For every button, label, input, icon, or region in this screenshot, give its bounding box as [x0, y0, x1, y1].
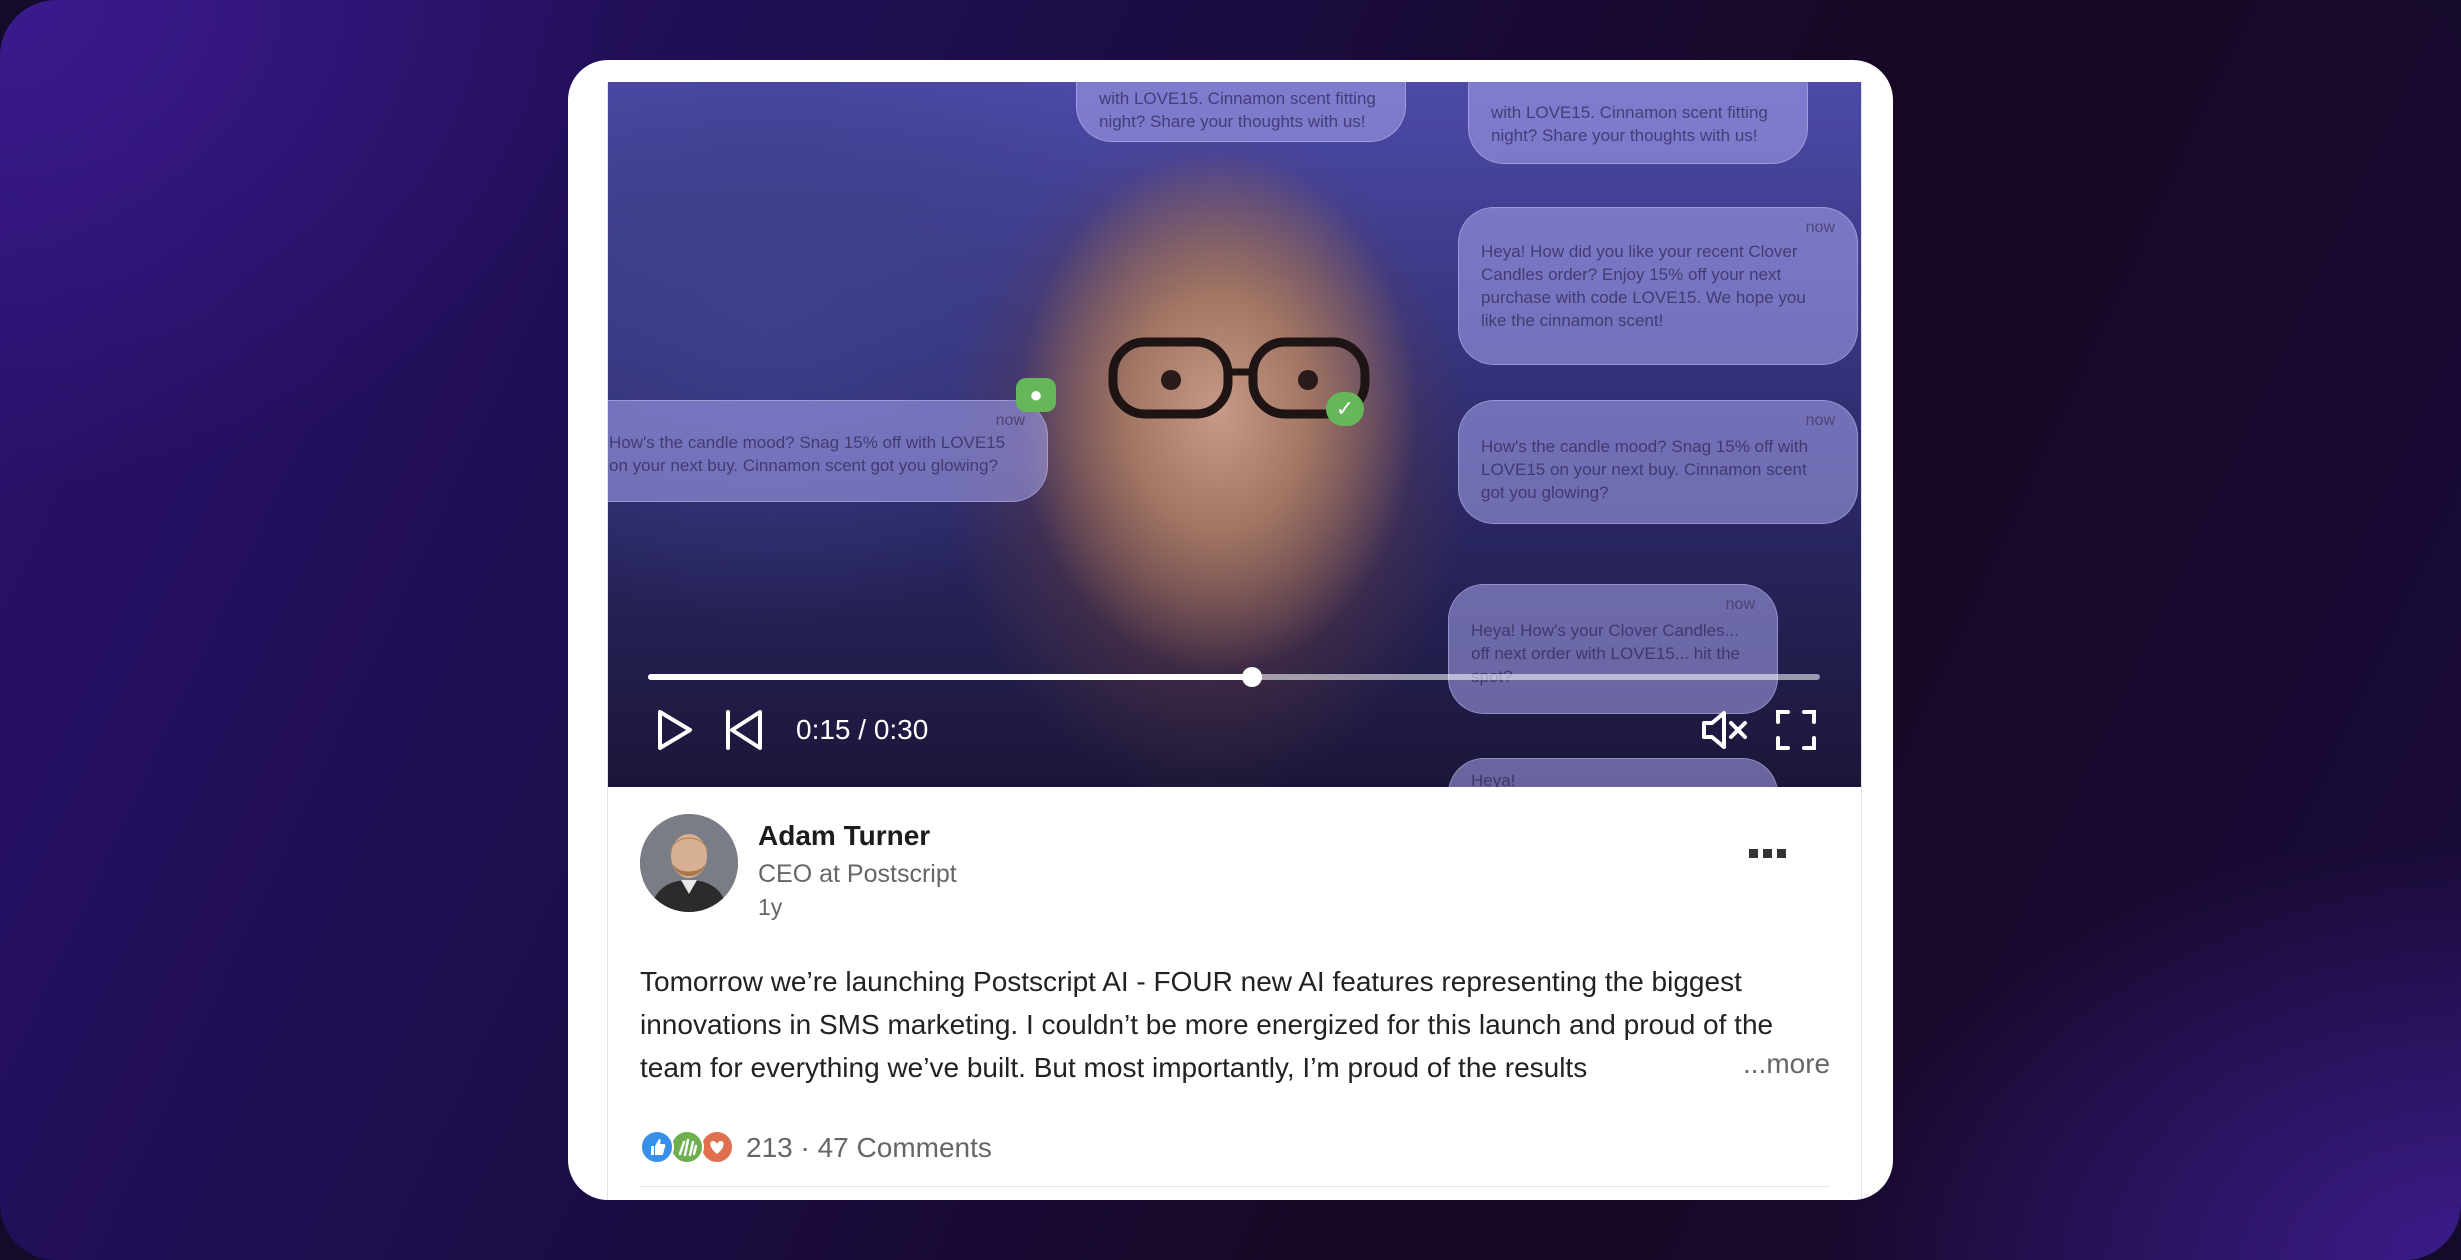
avatar-portrait: [640, 814, 738, 912]
author-name[interactable]: Adam Turner: [758, 820, 930, 852]
divider: [640, 1186, 1830, 1187]
play-button[interactable]: [652, 708, 696, 752]
like-icon: [640, 1130, 674, 1164]
volume-muted-icon: [1702, 711, 1747, 749]
message-time: now: [1805, 412, 1835, 429]
background: with LOVE15. Cinnamon scent fitting nigh…: [0, 0, 2461, 1260]
message-bubble: now Heya! How's your Clover Candles... o…: [1448, 584, 1778, 714]
message-text: Heya! How did you like your recent Clove…: [1481, 242, 1806, 330]
ellipsis-dot: [1777, 849, 1786, 858]
skip-back-icon: [726, 710, 762, 750]
comments-count[interactable]: 47 Comments: [818, 1132, 992, 1163]
video-progress-thumb[interactable]: [1242, 667, 1262, 687]
author-headline: CEO at Postscript: [758, 860, 957, 888]
post-age: 1y: [758, 894, 783, 920]
reaction-count[interactable]: 213: [746, 1132, 793, 1163]
avatar[interactable]: [640, 814, 738, 912]
post-body: Tomorrow we’re launching Postscript AI -…: [640, 966, 1774, 1083]
fullscreen-icon: [1776, 710, 1816, 750]
message-bubble: now How's the candle mood? Snag 15% off …: [608, 400, 1048, 502]
video-player[interactable]: with LOVE15. Cinnamon scent fitting nigh…: [608, 82, 1861, 787]
separator-dot: ·: [800, 1132, 810, 1163]
video-progress-bar[interactable]: [648, 667, 1820, 687]
message-time: now: [995, 412, 1025, 429]
social-counts: 213 · 47 Comments: [746, 1132, 992, 1164]
ellipsis-icon: [1749, 849, 1758, 858]
reaction-icons[interactable]: [640, 1130, 760, 1166]
mute-button[interactable]: [1700, 708, 1747, 752]
message-text: How's the candle mood? Snag 15% off with…: [609, 433, 1006, 475]
message-text: How's the candle mood? Snag 15% off with…: [1481, 437, 1809, 502]
message-time: now: [1725, 596, 1755, 613]
message-time: now: [1805, 219, 1835, 236]
fullscreen-button[interactable]: [1774, 708, 1818, 752]
video-progress-fill: [648, 674, 1252, 680]
more-options-button[interactable]: [1743, 842, 1793, 866]
message-bubble: now Heya! How did you like your recent C…: [1458, 207, 1858, 365]
love-icon: [700, 1130, 734, 1164]
message-text: Heya!: [1471, 771, 1516, 787]
message-bubble: Heya!: [1448, 758, 1778, 787]
post-container: with LOVE15. Cinnamon scent fitting nigh…: [607, 82, 1862, 1200]
message-text: with LOVE15. Cinnamon scent fitting nigh…: [1491, 103, 1768, 145]
message-bubble: now How's the candle mood? Snag 15% off …: [1458, 400, 1858, 524]
message-bubble: with LOVE15. Cinnamon scent fitting nigh…: [1468, 82, 1808, 164]
see-more-link[interactable]: ...more: [1733, 1048, 1831, 1080]
celebrate-icon: [670, 1130, 704, 1164]
chat-bubble-icon: ●: [1016, 378, 1056, 412]
video-time: 0:15 / 0:30: [796, 714, 929, 745]
ellipsis-dot: [1763, 849, 1772, 858]
post-card: with LOVE15. Cinnamon scent fitting nigh…: [568, 60, 1893, 1200]
replay-button[interactable]: [722, 708, 766, 752]
checkmark-icon: ✓: [1326, 392, 1364, 426]
play-icon: [658, 710, 692, 750]
